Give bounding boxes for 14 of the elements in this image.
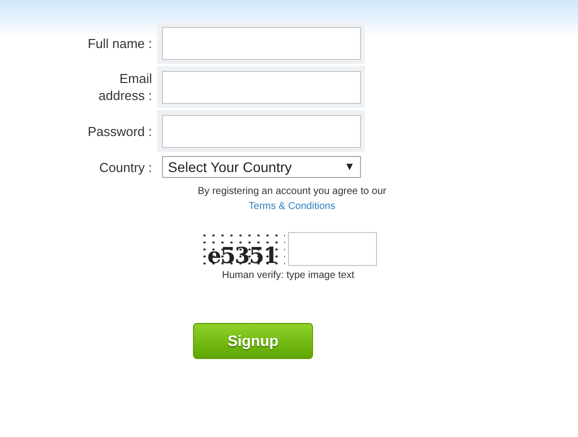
- field-label: Email address :: [98, 70, 152, 104]
- input-field[interactable]: [162, 71, 361, 104]
- field-label: Full name :: [86, 34, 152, 52]
- input-field[interactable]: [162, 27, 361, 60]
- country-select[interactable]: Select Your Country ▼: [162, 156, 361, 178]
- captcha-caption: Human verify: type image text: [222, 270, 356, 281]
- input-field[interactable]: [162, 115, 361, 148]
- captcha-input[interactable]: [288, 232, 377, 266]
- field-label: Country :: [98, 158, 153, 177]
- field-label: Password :: [86, 122, 152, 140]
- signup-button[interactable]: Signup: [193, 323, 313, 359]
- terms-text: By registering an account you agree to our Terms & Conditions: [196, 185, 388, 214]
- terms-link[interactable]: Terms & Conditions: [248, 199, 336, 214]
- dropdown-arrow-icon: ▼: [344, 161, 355, 173]
